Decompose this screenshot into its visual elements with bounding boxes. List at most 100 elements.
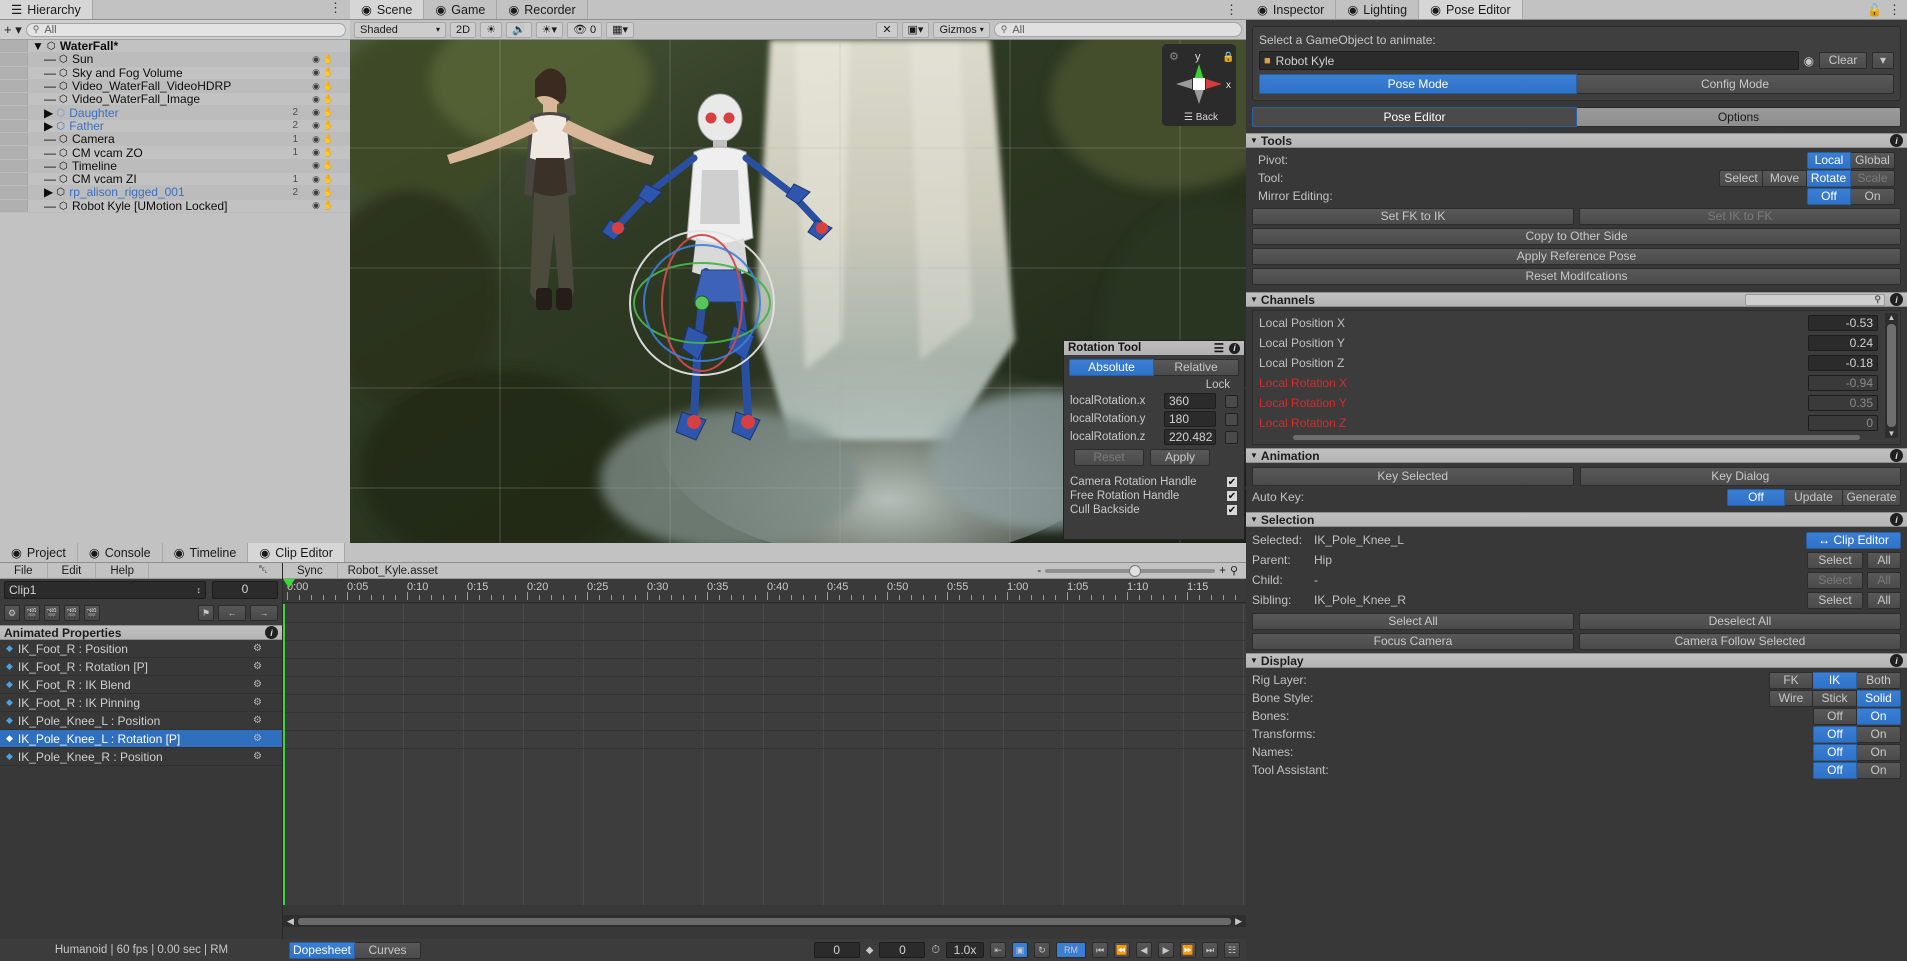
pickability-toggle-icon[interactable]: ✋ <box>323 200 334 211</box>
channel-value-field[interactable]: 0.35 <box>1808 395 1878 411</box>
pickability-toggle-icon[interactable]: ✋ <box>323 120 334 131</box>
channel-row[interactable]: Local Rotation X -0.94 <box>1253 373 1900 393</box>
axis-lock-checkbox[interactable] <box>1225 412 1238 426</box>
visibility-toggle-icon[interactable]: ◉ <box>312 67 320 78</box>
info-icon[interactable]: i <box>1890 513 1903 526</box>
tool-move[interactable]: Move <box>1763 169 1807 187</box>
info-icon[interactable]: i <box>1229 342 1240 354</box>
hierarchy-row[interactable]: — ⬡ Video_WaterFall_Image ◉ ✋ <box>0 92 350 107</box>
tab-clip-editor[interactable]: ◉ Clip Editor <box>248 543 345 562</box>
range-end-field[interactable]: 0 <box>879 942 926 958</box>
channel-value-field[interactable]: -0.94 <box>1808 375 1878 391</box>
tab-scene[interactable]: ◉ Scene <box>350 0 425 19</box>
display-tool-assistant--off[interactable]: Off <box>1813 761 1857 779</box>
selection-section-header[interactable]: ▼ Selection i <box>1246 512 1907 527</box>
display-bones--on[interactable]: On <box>1857 707 1901 725</box>
toggle-checkbox[interactable]: ✔ <box>1226 490 1238 502</box>
axis-value-field[interactable]: 220.482 <box>1164 429 1216 445</box>
tab-inspector[interactable]: ◉ Inspector <box>1246 0 1337 19</box>
mirror-off[interactable]: Off <box>1807 187 1851 205</box>
channel-row[interactable]: Local Position Y 0.24 <box>1253 333 1900 353</box>
kebab-icon[interactable]: ⋮ <box>321 0 350 19</box>
hierarchy-row[interactable]: — ⬡ CM vcam ZI 1 ◉ ✋ <box>0 172 350 187</box>
tab-pose-editor[interactable]: ◉ Pose Editor <box>1419 0 1523 19</box>
property-settings-icon[interactable]: ⚙ <box>253 661 262 672</box>
subtab-pose-editor[interactable]: Pose Editor <box>1252 107 1577 127</box>
display-transforms--on[interactable]: On <box>1857 725 1901 743</box>
display-rig-layer--ik[interactable]: IK <box>1813 671 1857 689</box>
layers-icon[interactable]: ☷ <box>1224 942 1240 958</box>
scene-kebab-icon[interactable]: ⋮ <box>1217 0 1246 19</box>
audio-icon[interactable]: 🔊 <box>505 21 532 38</box>
display-rig-layer--both[interactable]: Both <box>1857 671 1901 689</box>
selection-button-grid[interactable]: Select All Deselect All Focus Camera Camera… <box>1252 613 1901 650</box>
display-toggle-group[interactable]: FK IK Both <box>1769 671 1901 689</box>
hierarchy-search-input[interactable]: ⚲ All <box>25 22 346 37</box>
expand-arrow-icon[interactable]: ▶ <box>44 119 53 133</box>
selection-all-button[interactable]: All <box>1867 551 1901 569</box>
channel-row[interactable]: Local Position X -0.53 <box>1253 313 1900 333</box>
toggle-2d[interactable]: 2D <box>450 21 477 38</box>
selection-all-button[interactable]: All <box>1867 591 1901 609</box>
hierarchy-item[interactable]: ▶ ⬡ Father <box>28 119 104 133</box>
pickability-toggle-icon[interactable]: ✋ <box>323 81 334 92</box>
info-icon[interactable]: i <box>265 626 278 639</box>
hierarchy-item[interactable]: — ⬡ Sky and Fog Volume <box>28 66 183 80</box>
pickability-toggle-icon[interactable]: ✋ <box>323 187 334 198</box>
pickability-toggle-icon[interactable]: ✋ <box>323 94 334 105</box>
auto-key-update[interactable]: Update <box>1785 488 1843 506</box>
rotation-apply-button[interactable]: Apply <box>1150 449 1210 466</box>
camera-icon[interactable]: ▣▾ <box>901 21 930 38</box>
key-selected-button[interactable]: Key Selected <box>1252 467 1574 486</box>
add-object-button[interactable]: + ▾ <box>4 22 22 38</box>
pickability-toggle-icon[interactable]: ✋ <box>323 147 334 158</box>
hierarchy-item[interactable]: — ⬡ CM vcam ZI <box>28 172 137 186</box>
pick-object-icon[interactable]: ◉ <box>1804 54 1814 68</box>
tab-project[interactable]: ◉ Project <box>0 543 78 562</box>
pickability-toggle-icon[interactable]: ✋ <box>323 107 334 118</box>
channel-row[interactable]: Local Rotation Z 0 <box>1253 413 1900 433</box>
sync-button[interactable]: Sync <box>283 563 338 578</box>
animated-property-row[interactable]: ◆ IK_Foot_R : IK Pinning ⚙ <box>0 694 282 712</box>
selection-select-button[interactable]: Select <box>1807 571 1863 589</box>
channels-scrollbar[interactable]: ▲ ▼ <box>1885 313 1898 438</box>
animated-property-row[interactable]: ◆ IK_Foot_R : IK Blend ⚙ <box>0 676 282 694</box>
mode-config-mode[interactable]: Config Mode <box>1577 74 1894 94</box>
tools-section-header[interactable]: ▼ Tools i <box>1246 133 1907 148</box>
channel-value-field[interactable]: 0.24 <box>1808 335 1878 351</box>
display-rig-layer--fk[interactable]: FK <box>1769 671 1813 689</box>
animated-property-row[interactable]: ◆ IK_Foot_R : Position ⚙ <box>0 640 282 658</box>
hierarchy-item[interactable]: — ⬡ Timeline <box>28 159 117 173</box>
toggle-checkbox[interactable]: ✔ <box>1226 476 1238 488</box>
info-icon[interactable]: i <box>1890 293 1903 306</box>
pickability-toggle-icon[interactable]: ✋ <box>323 67 334 78</box>
visibility-toggle-icon[interactable]: ◉ <box>312 107 320 118</box>
playback-speed-field[interactable]: 1.0x <box>946 942 984 958</box>
visibility-toggle-icon[interactable]: ◉ <box>312 54 320 65</box>
channel-value-field[interactable]: -0.53 <box>1808 315 1878 331</box>
mode-toggle-group[interactable]: Pose Mode Config Mode <box>1259 74 1894 94</box>
add-key-before-icon[interactable]: 🎬 <box>24 605 40 621</box>
lighting-icon[interactable]: ☀ <box>480 21 502 38</box>
last-frame-button[interactable]: ⏭ <box>1202 942 1218 958</box>
channels-list[interactable]: Local Position X -0.53 Local Position Y 0.2… <box>1253 313 1900 433</box>
axis-value-field[interactable]: 360 <box>1164 393 1216 409</box>
animated-property-row[interactable]: ◆ IK_Pole_Knee_R : Position ⚙ <box>0 748 282 766</box>
play-button[interactable]: ▶ <box>1158 942 1174 958</box>
tools-button-list[interactable]: Set FK to IK Set IK to FK Copy to Other Si… <box>1252 208 1901 285</box>
selection-row-list[interactable]: Selected: IK_Pole_Knee_L ↔ Clip Editor Pare… <box>1252 530 1901 610</box>
hierarchy-row[interactable]: — ⬡ Video_WaterFall_VideoHDRP ◉ ✋ <box>0 79 350 94</box>
selection-all-button[interactable]: All <box>1867 571 1901 589</box>
rotation-mode-relative[interactable]: Relative <box>1154 359 1239 376</box>
visibility-toggle-icon[interactable]: ◉ <box>312 160 320 171</box>
gameobject-field[interactable]: ■ Robot Kyle <box>1259 51 1799 70</box>
menu-icon[interactable]: ☰ <box>1214 341 1224 355</box>
tool-rotate[interactable]: Rotate <box>1807 169 1851 187</box>
tool-toggle-group[interactable]: Select Move Rotate Scale <box>1719 169 1895 187</box>
property-settings-icon[interactable]: ⚙ <box>253 733 262 744</box>
hierarchy-row[interactable]: ▶ ⬡ Daughter 2 ◉ ✋ <box>0 106 350 120</box>
axis-lock-checkbox[interactable] <box>1225 394 1238 408</box>
range-start-field[interactable]: 0 <box>813 942 860 958</box>
axis-value-field[interactable]: 180 <box>1164 411 1216 427</box>
rotation-tool-window[interactable]: Rotation Tool ☰ i Absolute Relative Lock … <box>1063 340 1245 540</box>
